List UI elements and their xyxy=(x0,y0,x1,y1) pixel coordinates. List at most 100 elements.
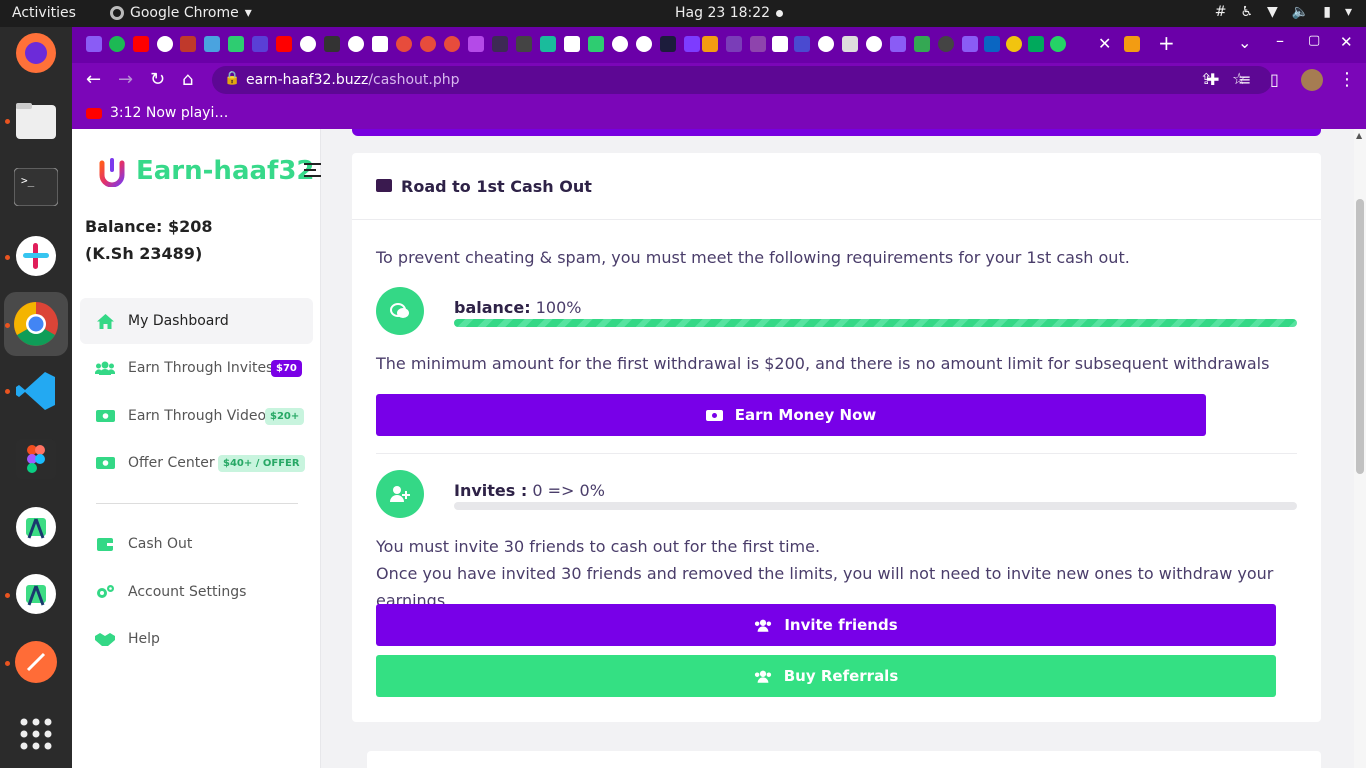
slack-icon[interactable] xyxy=(12,232,60,280)
google-tab-icon[interactable] xyxy=(818,36,834,52)
app-grid-icon[interactable] xyxy=(12,710,60,758)
android-studio-icon[interactable] xyxy=(12,570,60,618)
site-tab-icon[interactable] xyxy=(444,36,460,52)
site-tab-icon[interactable] xyxy=(702,36,718,52)
site-tab-icon[interactable] xyxy=(772,36,788,52)
buy-referrals-button[interactable]: Buy Referrals xyxy=(376,655,1276,697)
nav-cash-out[interactable]: Cash Out xyxy=(80,521,313,567)
system-tray[interactable]: # ♿ ▼ 🔈 ▮ ▾ xyxy=(1215,4,1352,20)
nav-earn-through-invites[interactable]: Earn Through Invites $70 xyxy=(80,345,313,391)
nav-my-dashboard[interactable]: My Dashboard xyxy=(80,298,313,344)
site-tab-icon[interactable] xyxy=(612,36,628,52)
close-tab-icon[interactable]: ✕ xyxy=(1098,34,1111,53)
nav-badge: $70 xyxy=(271,360,302,377)
media-control-icon[interactable]: ≡ xyxy=(1238,69,1251,91)
url-text[interactable]: earn-haaf32.buzz/cashout.php xyxy=(246,72,460,88)
site-tab-icon[interactable] xyxy=(516,36,532,52)
site-tab-icon[interactable] xyxy=(660,36,676,52)
earn-money-now-button[interactable]: Earn Money Now xyxy=(376,394,1206,436)
site-tab-icon[interactable] xyxy=(794,36,810,52)
invite-friends-button[interactable]: Invite friends xyxy=(376,604,1276,646)
site-tab-icon[interactable] xyxy=(684,36,700,52)
nav-earn-through-video[interactable]: Earn Through Video $20+ xyxy=(80,393,313,439)
brand[interactable]: Earn-haaf32 xyxy=(96,155,315,187)
site-tab-icon[interactable] xyxy=(420,36,436,52)
google-tab-icon[interactable] xyxy=(866,36,882,52)
google-tab-icon[interactable] xyxy=(157,36,173,52)
nav-help[interactable]: Help xyxy=(80,616,313,662)
linkedin-tab-icon[interactable] xyxy=(984,36,1000,52)
app-menu[interactable]: Google Chrome ▾ xyxy=(110,5,252,21)
site-tab-icon[interactable] xyxy=(636,36,652,52)
chrome-icon[interactable] xyxy=(4,292,68,356)
meet-tab-icon[interactable] xyxy=(1028,36,1044,52)
close-window-icon[interactable]: ✕ xyxy=(1340,33,1353,51)
google-tab-icon[interactable] xyxy=(300,36,316,52)
whatsapp-tab-icon[interactable] xyxy=(1050,36,1066,52)
extensions-icon[interactable]: ✚ xyxy=(1206,69,1219,91)
battery-icon[interactable]: ▮ xyxy=(1323,4,1331,20)
activities-button[interactable]: Activities xyxy=(12,5,76,21)
android-studio-icon[interactable] xyxy=(12,503,60,551)
youtube-bookmark[interactable]: 3:12 Now playi… xyxy=(86,105,228,121)
docs-tab-icon[interactable] xyxy=(86,36,102,52)
site-tab-icon[interactable] xyxy=(938,36,954,52)
profile-avatar[interactable] xyxy=(1301,69,1323,91)
site-tab-icon[interactable] xyxy=(324,36,340,52)
site-tab-icon[interactable] xyxy=(372,36,388,52)
back-icon[interactable]: ← xyxy=(86,69,101,91)
postman-icon[interactable] xyxy=(12,638,60,686)
site-tab-icon[interactable] xyxy=(1124,36,1140,52)
firefox-icon[interactable] xyxy=(12,29,60,77)
vscode-icon[interactable] xyxy=(12,367,60,415)
accessibility-icon[interactable]: ♿ xyxy=(1240,4,1253,20)
site-tab-icon[interactable] xyxy=(750,36,766,52)
docs-tab-icon[interactable] xyxy=(962,36,978,52)
forward-icon[interactable]: → xyxy=(118,69,133,91)
caret-down-icon[interactable]: ▾ xyxy=(1345,4,1352,20)
site-tab-icon[interactable] xyxy=(540,36,556,52)
site-tab-icon[interactable] xyxy=(564,36,580,52)
site-tab-icon[interactable] xyxy=(252,36,268,52)
site-tab-icon[interactable] xyxy=(726,36,742,52)
site-tab-icon[interactable] xyxy=(588,36,604,52)
site-tab-icon[interactable] xyxy=(1006,36,1022,52)
files-icon[interactable] xyxy=(12,97,60,145)
site-tab-icon[interactable] xyxy=(180,36,196,52)
maximize-icon[interactable]: ▢ xyxy=(1308,33,1320,48)
docs-tab-icon[interactable] xyxy=(890,36,906,52)
nav-account-settings[interactable]: Account Settings xyxy=(80,569,313,615)
site-tab-icon[interactable] xyxy=(228,36,244,52)
clock[interactable]: Hag 23 18:22 xyxy=(675,5,770,21)
home-icon[interactable]: ⌂ xyxy=(182,69,193,91)
menu-toggle-icon[interactable] xyxy=(304,163,321,181)
minimize-icon[interactable]: – xyxy=(1276,31,1284,50)
site-tab-icon[interactable] xyxy=(204,36,220,52)
address-bar[interactable]: 🔒 earn-haaf32.buzz/cashout.php ⇪ ☆ xyxy=(212,66,1272,94)
youtube-tab-icon[interactable] xyxy=(133,36,149,52)
site-tab-icon[interactable] xyxy=(348,36,364,52)
page-scrollbar[interactable]: ▲ xyxy=(1354,129,1366,768)
spotify-tab-icon[interactable] xyxy=(109,36,125,52)
new-tab-icon[interactable]: + xyxy=(1158,31,1175,55)
volume-icon[interactable]: 🔈 xyxy=(1292,4,1309,20)
wifi-icon[interactable]: ▼ xyxy=(1267,4,1278,20)
site-tab-icon[interactable] xyxy=(492,36,508,52)
terminal-icon[interactable]: >_ xyxy=(12,163,60,211)
site-tab-icon[interactable] xyxy=(396,36,412,52)
nav-offer-center[interactable]: Offer Center $40+ / OFFER xyxy=(80,440,313,486)
nav-label: Offer Center xyxy=(128,455,215,471)
chrome-menu-icon[interactable]: ⋮ xyxy=(1338,69,1356,91)
youtube-tab-icon[interactable] xyxy=(276,36,292,52)
drive-tab-icon[interactable] xyxy=(914,36,930,52)
site-tab-icon[interactable] xyxy=(468,36,484,52)
scrollbar-thumb[interactable] xyxy=(1356,199,1364,474)
figma-icon[interactable] xyxy=(12,435,60,483)
lock-icon[interactable]: 🔒 xyxy=(224,71,240,86)
scroll-up-arrow-icon[interactable]: ▲ xyxy=(1356,131,1362,140)
slack-tray-icon[interactable]: # xyxy=(1215,4,1227,20)
reload-icon[interactable]: ↻ xyxy=(150,69,165,91)
site-tab-icon[interactable] xyxy=(842,36,858,52)
tab-search-icon[interactable]: ⌄ xyxy=(1238,33,1251,52)
side-panel-icon[interactable]: ▯ xyxy=(1270,69,1279,91)
